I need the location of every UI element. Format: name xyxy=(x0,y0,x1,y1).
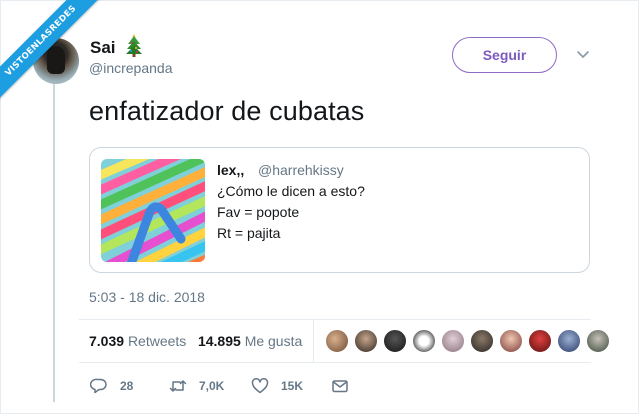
liker-avatar[interactable] xyxy=(325,329,349,353)
retweet-action-count: 7,0K xyxy=(199,379,225,393)
like-stat[interactable]: 14.895 Me gusta xyxy=(198,333,302,349)
divider xyxy=(79,362,591,363)
follow-button[interactable]: Seguir xyxy=(452,37,557,73)
like-button[interactable]: 15K xyxy=(251,377,303,395)
liker-avatar[interactable] xyxy=(470,329,494,353)
straws-image xyxy=(101,159,205,262)
quoted-tweet[interactable]: lex,, @harrehkissy ¿Cómo le dicen a esto… xyxy=(89,147,590,273)
quoted-tweet-image[interactable] xyxy=(101,159,205,262)
watermark: VISTOENLASREDES xyxy=(0,0,120,120)
direct-message-button[interactable] xyxy=(331,377,361,395)
thread-line xyxy=(53,82,55,402)
liker-avatar[interactable] xyxy=(383,329,407,353)
quoted-text-line: Rt = pajita xyxy=(217,225,281,241)
reply-icon xyxy=(90,378,107,394)
like-action-count: 15K xyxy=(281,379,304,393)
watermark-ribbon: VISTOENLASREDES xyxy=(0,0,109,109)
tweet-stats: 7.039 Retweets 14.895 Me gusta xyxy=(89,333,302,349)
like-label: Me gusta xyxy=(244,333,303,349)
timestamp[interactable]: 5:03 - 18 dic. 2018 xyxy=(89,289,205,305)
retweet-button[interactable]: 7,0K xyxy=(169,377,224,395)
liker-avatar[interactable] xyxy=(412,329,436,353)
liker-avatar[interactable] xyxy=(586,329,610,353)
reply-count: 28 xyxy=(120,379,134,393)
retweet-stat[interactable]: 7.039 Retweets xyxy=(89,333,186,349)
quoted-text-line: Fav = popote xyxy=(217,204,300,220)
quoted-text-line: ¿Cómo le dicen a esto? xyxy=(217,183,365,199)
divider xyxy=(79,319,591,320)
retweet-label: Retweets xyxy=(127,333,187,349)
quoted-display-name: lex,, xyxy=(217,162,245,178)
tweet-text: enfatizador de cubatas xyxy=(89,96,365,126)
liker-avatar[interactable] xyxy=(528,329,552,353)
liker-avatar[interactable] xyxy=(557,329,581,353)
stats-separator xyxy=(313,320,314,362)
like-count: 14.895 xyxy=(197,333,241,349)
retweet-count: 7.039 xyxy=(89,333,125,349)
christmas-tree-icon xyxy=(126,34,142,57)
quoted-handle: @harrehkissy xyxy=(258,162,344,178)
liker-avatar[interactable] xyxy=(499,329,523,353)
chevron-down-icon[interactable] xyxy=(576,49,590,61)
heart-icon xyxy=(251,378,269,394)
envelope-icon xyxy=(332,380,348,393)
liker-avatar[interactable] xyxy=(441,329,465,353)
reply-button[interactable]: 28 xyxy=(90,377,133,395)
liker-avatar[interactable] xyxy=(354,329,378,353)
retweet-icon xyxy=(169,380,187,392)
